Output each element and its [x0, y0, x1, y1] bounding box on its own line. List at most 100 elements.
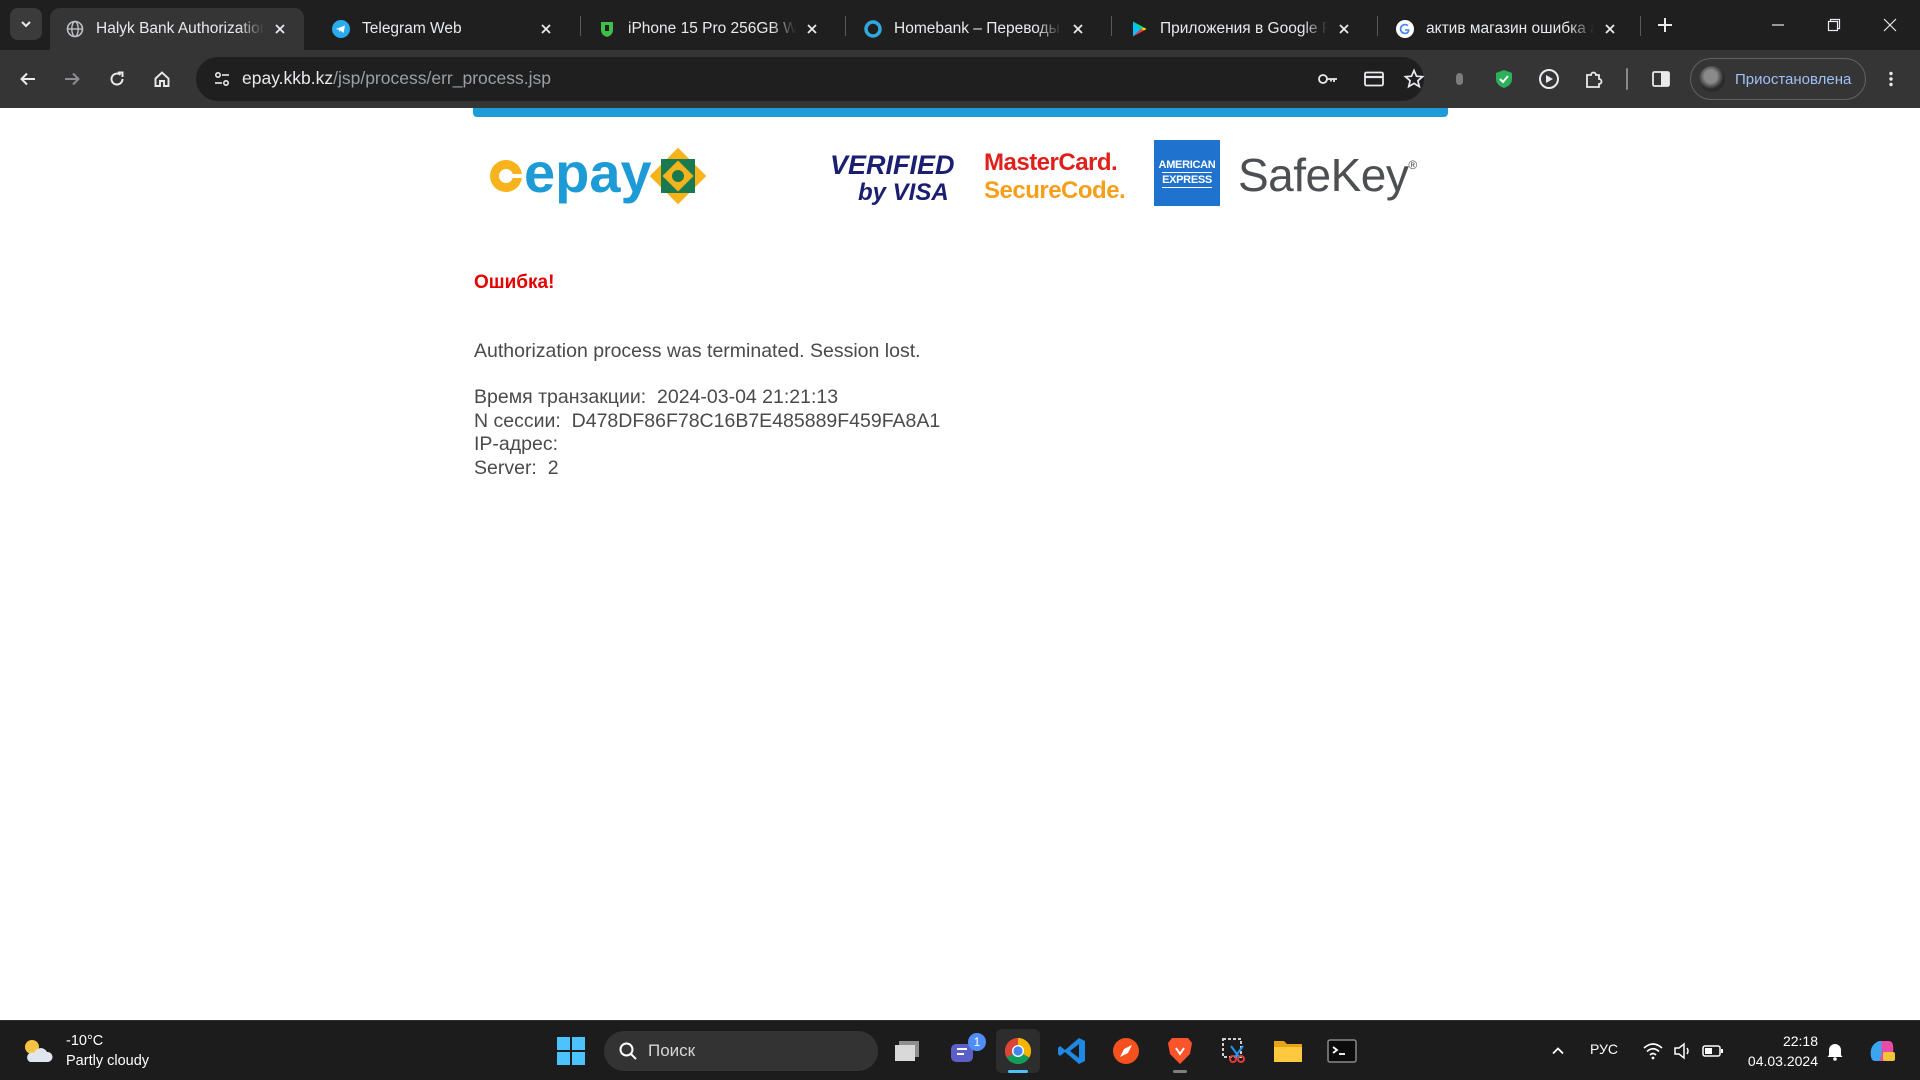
more-vert-icon	[1889, 71, 1893, 87]
copilot-icon	[1870, 1041, 1895, 1061]
snipping-tool-app[interactable]	[1212, 1029, 1256, 1073]
homebank-icon	[864, 20, 882, 38]
chevron-down-icon	[21, 21, 31, 28]
search-placeholder: Поиск	[648, 1041, 696, 1060]
safekey-logo: SafeKey®	[1238, 148, 1417, 202]
home-button[interactable]	[144, 61, 180, 97]
file-explorer-app[interactable]	[1266, 1029, 1310, 1073]
amex-line1: AMERICAN	[1158, 159, 1216, 171]
close-tab-icon[interactable]	[1334, 19, 1354, 39]
server-value: 2	[547, 456, 559, 479]
weather-temperature: -10°C	[66, 1033, 104, 1049]
site-settings-icon[interactable]	[204, 61, 240, 97]
start-button[interactable]	[555, 1035, 587, 1072]
avatar	[1699, 66, 1725, 92]
vscode-icon	[1058, 1038, 1085, 1064]
tab-google-play[interactable]: Приложения в Google Play	[1114, 8, 1368, 50]
restore-button[interactable]	[1806, 0, 1862, 50]
minimize-button[interactable]	[1750, 0, 1806, 50]
terminal-app[interactable]	[1320, 1029, 1364, 1073]
minimize-icon	[1772, 24, 1784, 26]
tab-telegram[interactable]: Telegram Web	[316, 8, 570, 50]
close-tab-icon[interactable]	[1068, 19, 1088, 39]
extension-mouse-icon[interactable]	[1441, 61, 1477, 97]
profile-button[interactable]: Приостановлена	[1690, 58, 1866, 100]
bell-icon	[1827, 1044, 1843, 1061]
home-icon	[154, 71, 170, 87]
close-icon	[1883, 18, 1897, 32]
extensions-puzzle-icon[interactable]	[1576, 61, 1612, 97]
windows-taskbar: -10°C Partly cloudy Поиск 1 РУС 22:18 04…	[0, 1020, 1920, 1080]
server-row: Server: 2	[474, 457, 940, 481]
tab-separator	[580, 16, 581, 36]
notifications-button[interactable]	[1820, 1021, 1850, 1080]
session-id-value: D478DF86F78C16B7E485889F459FA8A1	[571, 409, 941, 432]
password-key-icon[interactable]	[1310, 61, 1346, 97]
ip-address-row: IP-адрес:	[474, 433, 940, 457]
extension-grammarly-icon[interactable]	[1531, 61, 1567, 97]
volume-status[interactable]	[1668, 1021, 1698, 1080]
tab-iphone[interactable]: iPhone 15 Pro 256GB White	[582, 8, 836, 50]
transaction-time-row: Время транзакции: 2024-03-04 21:21:13	[474, 386, 940, 410]
weather-widget[interactable]: -10°C Partly cloudy	[20, 1031, 149, 1071]
payment-card-icon[interactable]	[1356, 61, 1392, 97]
tab-separator	[1640, 16, 1641, 36]
copilot-button[interactable]	[1862, 1021, 1902, 1080]
page-content: epay VERIFIED by VISA MasterCard. Secure…	[0, 108, 1920, 1020]
close-tab-icon[interactable]	[802, 19, 822, 39]
epay-wordmark: epay	[524, 141, 652, 204]
bookmark-star-icon[interactable]	[1396, 61, 1432, 97]
input-language[interactable]: РУС	[1590, 1041, 1618, 1057]
wifi-status[interactable]	[1638, 1021, 1668, 1080]
chevron-up-icon	[1552, 1047, 1564, 1055]
header-accent-bar	[473, 108, 1448, 117]
url-path: /jsp/process/err_process.jsp	[333, 68, 551, 88]
scissors-icon	[1222, 1038, 1245, 1063]
compass-app[interactable]	[1104, 1029, 1148, 1073]
tab-title: iPhone 15 Pro 256GB White	[628, 20, 796, 37]
menu-button[interactable]	[1873, 61, 1909, 97]
chrome-app[interactable]	[996, 1029, 1040, 1073]
reload-button[interactable]	[99, 61, 135, 97]
address-bar[interactable]: epay.kkb.kz/jsp/process/err_process.jsp	[196, 57, 1425, 101]
teams-app[interactable]: 1	[942, 1029, 986, 1073]
tab-title: актив магазин ошибка авторизации	[1426, 20, 1594, 37]
server-label: Server:	[474, 456, 537, 479]
globe-icon	[66, 20, 84, 38]
tab-title: Приложения в Google Play	[1160, 20, 1328, 37]
brave-app[interactable]	[1158, 1029, 1202, 1073]
brave-lion-icon	[1168, 1038, 1192, 1064]
side-panel-icon[interactable]	[1643, 61, 1679, 97]
tab-homebank[interactable]: Homebank – Переводы, платежи	[848, 8, 1102, 50]
close-tab-icon[interactable]	[1600, 19, 1620, 39]
battery-status[interactable]	[1698, 1021, 1728, 1080]
tab-halyk[interactable]: Halyk Bank Authorization System	[50, 8, 304, 50]
show-hidden-icons-button[interactable]	[1540, 1021, 1576, 1080]
partly-cloudy-icon	[25, 1040, 53, 1062]
battery-icon	[1702, 1045, 1723, 1057]
tab-search-button[interactable]	[10, 8, 42, 40]
vscode-app[interactable]	[1050, 1029, 1094, 1073]
close-window-button[interactable]	[1862, 0, 1918, 50]
new-tab-button[interactable]	[1652, 12, 1678, 38]
tab-google-search[interactable]: актив магазин ошибка авторизации	[1380, 8, 1634, 50]
running-indicator	[1173, 1070, 1187, 1073]
close-tab-icon[interactable]	[536, 19, 556, 39]
extension-shield-icon[interactable]	[1486, 61, 1522, 97]
url-text[interactable]: epay.kkb.kz/jsp/process/err_process.jsp	[242, 68, 551, 89]
speaker-icon	[1674, 1042, 1689, 1060]
running-indicator	[1008, 1070, 1028, 1073]
visa-line1: VERIFIED	[830, 150, 955, 180]
taskbar-search-box[interactable]: Поиск	[604, 1031, 878, 1071]
tab-separator	[1111, 16, 1112, 36]
reload-icon	[110, 71, 124, 86]
ip-address-label: IP-адрес:	[474, 433, 558, 455]
epay-logo: epay	[484, 138, 714, 223]
task-view-button[interactable]	[886, 1029, 930, 1073]
system-clock[interactable]: 22:18 04.03.2024	[1744, 1031, 1818, 1071]
close-tab-icon[interactable]	[270, 19, 290, 39]
profile-status-label: Приостановлена	[1735, 70, 1852, 88]
notification-badge: 1	[968, 1033, 986, 1051]
back-button[interactable]	[10, 61, 46, 97]
forward-button[interactable]	[54, 61, 90, 97]
